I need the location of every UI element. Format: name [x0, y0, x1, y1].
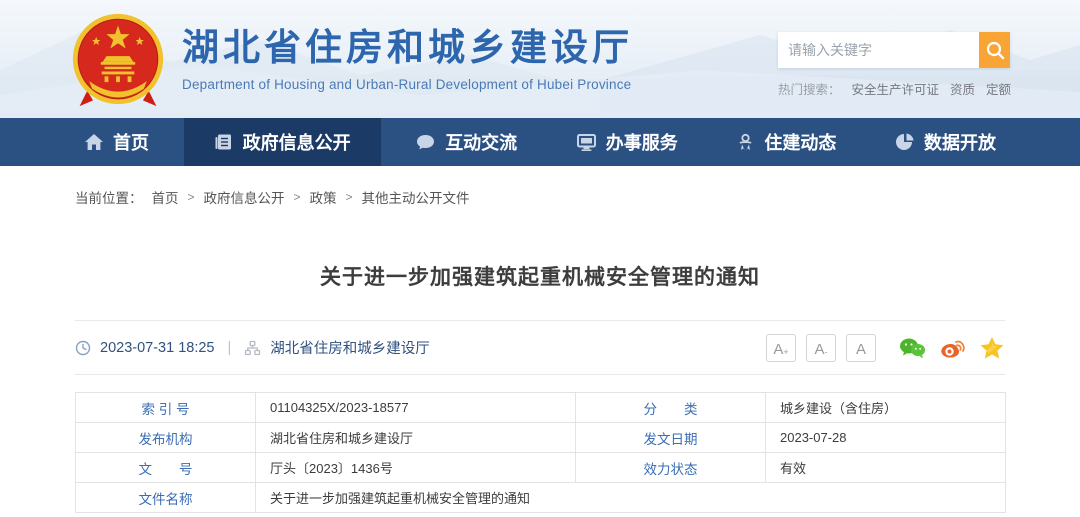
search-area: 热门搜索： 安全生产许可证 资质 定额	[778, 32, 1010, 98]
category-label: 分 类	[576, 393, 766, 423]
main-nav: 首页 政府信息公开 互动交流	[0, 118, 1080, 166]
hot-search: 热门搜索： 安全生产许可证 资质 定额	[778, 79, 1010, 98]
document-number-value: 厅头〔2023〕1436号	[256, 453, 576, 483]
hot-search-link-license[interactable]: 安全生产许可证	[852, 79, 940, 98]
site-brand: 湖北省住房和城乡建设厅 Department of Housing and Ur…	[70, 12, 633, 108]
publish-datetime: 2023-07-31 18:25	[100, 340, 215, 356]
national-emblem-logo	[70, 12, 166, 108]
article-title: 关于进一步加强建筑起重机械安全管理的通知	[75, 261, 1005, 291]
breadcrumb-gov-info[interactable]: 政府信息公开	[204, 187, 285, 207]
monitor-icon	[576, 132, 597, 152]
search-icon	[985, 40, 1005, 60]
hot-search-link-quota[interactable]: 定额	[986, 79, 1011, 98]
nav-item-label: 办事服务	[606, 129, 678, 155]
nav-item-label: 政府信息公开	[243, 129, 351, 155]
page: 湖北省住房和城乡建设厅 Department of Housing and Ur…	[0, 0, 1080, 517]
font-increase-button[interactable]: A+	[766, 334, 796, 362]
table-row: 文 号 厅头〔2023〕1436号 效力状态 有效	[76, 453, 1006, 483]
category-value: 城乡建设（含住房）	[766, 393, 1006, 423]
document-name-label: 文件名称	[76, 483, 256, 513]
index-number-value: 01104325X/2023-18577	[256, 393, 576, 423]
search-button[interactable]	[979, 32, 1010, 68]
site-title: 湖北省住房和城乡建设厅	[182, 28, 633, 71]
wechat-share-icon[interactable]	[898, 336, 926, 360]
breadcrumb-policy[interactable]: 政策	[310, 187, 337, 207]
nav-item-gov-info[interactable]: 政府信息公开	[184, 118, 381, 166]
nav-item-label: 首页	[113, 129, 149, 155]
breadcrumb-separator: >	[294, 190, 301, 204]
publish-source: 湖北省住房和城乡建设厅	[270, 337, 430, 358]
issue-date-value: 2023-07-28	[766, 423, 1006, 453]
nav-item-open-data[interactable]: 数据开放	[871, 118, 1020, 166]
share-icons	[898, 336, 1005, 360]
article-meta-bar: 2023-07-31 18:25 | 湖北省住房和城乡建设厅 A+ A- A	[75, 320, 1005, 375]
nav-item-label: 数据开放	[924, 129, 996, 155]
qzone-share-icon[interactable]	[979, 336, 1005, 360]
site-header: 湖北省住房和城乡建设厅 Department of Housing and Ur…	[0, 0, 1080, 118]
hot-search-label: 热门搜索：	[778, 79, 841, 98]
pie-chart-icon	[895, 132, 915, 152]
hot-search-link-qualification[interactable]: 资质	[950, 79, 975, 98]
breadcrumb-label: 当前位置：	[75, 187, 143, 207]
validity-status-value: 有效	[766, 453, 1006, 483]
search-input[interactable]	[778, 32, 979, 68]
organization-icon	[244, 340, 261, 356]
table-row: 发布机构 湖北省住房和城乡建设厅 发文日期 2023-07-28	[76, 423, 1006, 453]
meta-divider: |	[228, 340, 232, 356]
font-decrease-button[interactable]: A-	[806, 334, 836, 362]
weibo-share-icon[interactable]	[939, 336, 966, 360]
document-icon	[214, 132, 234, 152]
medal-icon	[736, 132, 755, 152]
breadcrumb-home[interactable]: 首页	[152, 187, 179, 207]
validity-status-label: 效力状态	[576, 453, 766, 483]
index-number-label: 索 引 号	[76, 393, 256, 423]
issue-date-label: 发文日期	[576, 423, 766, 453]
issuing-agency-value: 湖北省住房和城乡建设厅	[256, 423, 576, 453]
breadcrumb-separator: >	[188, 190, 195, 204]
nav-item-label: 互动交流	[445, 129, 517, 155]
site-subtitle: Department of Housing and Urban-Rural De…	[182, 77, 633, 92]
issuing-agency-label: 发布机构	[76, 423, 256, 453]
table-row: 文件名称 关于进一步加强建筑起重机械安全管理的通知	[76, 483, 1006, 513]
home-icon	[84, 132, 104, 152]
font-reset-button[interactable]: A	[846, 334, 876, 362]
chat-icon	[415, 132, 436, 152]
document-name-value: 关于进一步加强建筑起重机械安全管理的通知	[256, 483, 1006, 513]
nav-item-news[interactable]: 住建动态	[712, 118, 860, 166]
document-info-table: 索 引 号 01104325X/2023-18577 分 类 城乡建设（含住房）…	[75, 392, 1006, 513]
document-number-label: 文 号	[76, 453, 256, 483]
breadcrumb: 当前位置： 首页 > 政府信息公开 > 政策 > 其他主动公开文件	[75, 166, 1005, 207]
clock-icon	[75, 340, 91, 356]
nav-item-home[interactable]: 首页	[60, 118, 173, 166]
breadcrumb-current[interactable]: 其他主动公开文件	[362, 187, 470, 207]
nav-item-label: 住建动态	[764, 129, 836, 155]
breadcrumb-separator: >	[346, 190, 353, 204]
article: 关于进一步加强建筑起重机械安全管理的通知 2023-07-31 18:25 | …	[75, 261, 1005, 513]
table-row: 索 引 号 01104325X/2023-18577 分 类 城乡建设（含住房）	[76, 393, 1006, 423]
nav-item-interaction[interactable]: 互动交流	[391, 118, 541, 166]
nav-item-services[interactable]: 办事服务	[552, 118, 702, 166]
